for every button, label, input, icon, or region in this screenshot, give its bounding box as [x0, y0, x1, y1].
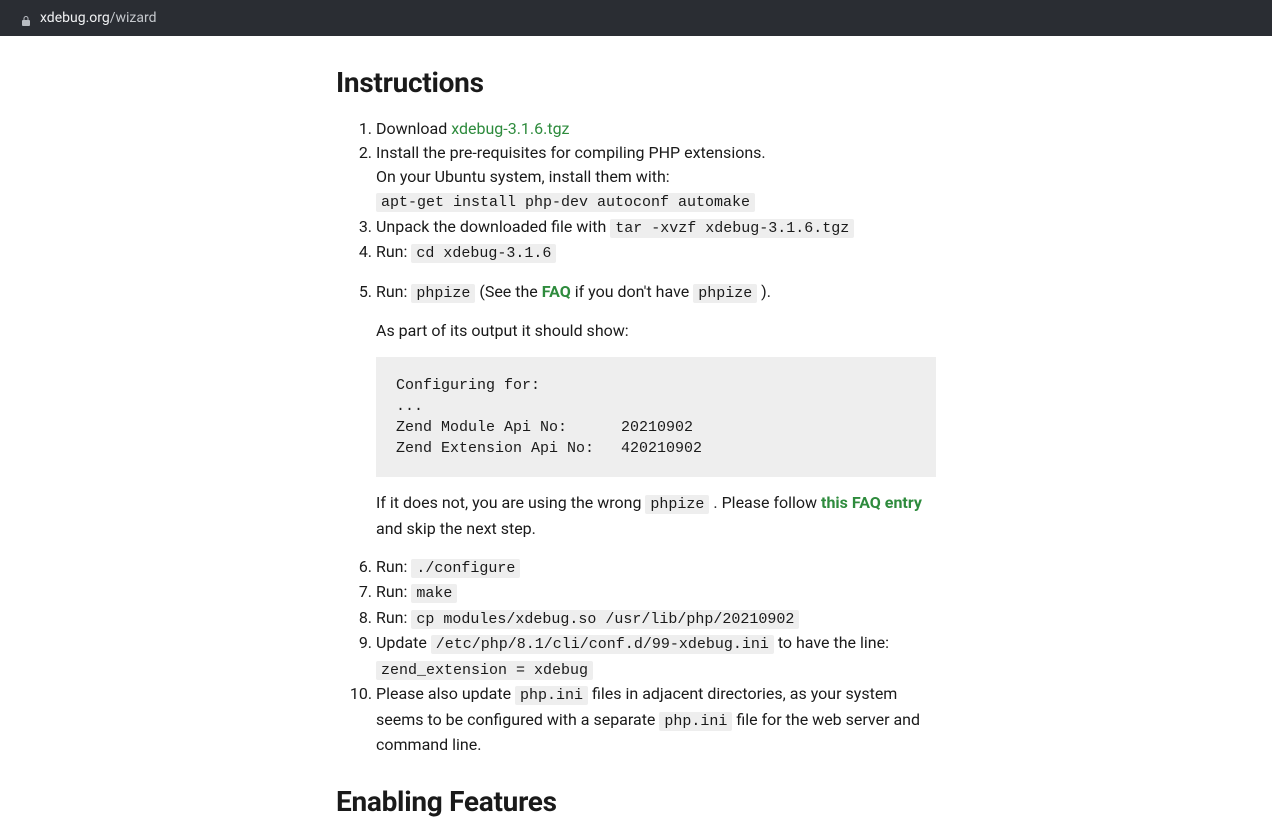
step-5-output-intro: As part of its output it should show: — [376, 319, 936, 343]
lock-icon — [20, 12, 32, 24]
step-2-text-1: Install the pre-requisites for compiling… — [376, 143, 766, 162]
step-5-tail: ). — [757, 282, 771, 301]
step-9-text2: to have the line: — [774, 633, 889, 652]
step-5: Run: phpize (See the FAQ if you don't ha… — [376, 280, 936, 541]
step-5-cmd: phpize — [411, 284, 475, 303]
step-6-cmd: ./configure — [411, 559, 520, 578]
step-5-after-cmd: phpize — [645, 495, 709, 514]
step-6: Run: ./configure — [376, 555, 936, 581]
step-5-output-block: Configuring for: ... Zend Module Api No:… — [376, 357, 936, 477]
step-8-cmd: cp modules/xdebug.so /usr/lib/php/202109… — [411, 610, 799, 629]
instructions-heading: Instructions — [336, 66, 936, 99]
step-4-cmd: cd xdebug-3.1.6 — [411, 244, 556, 263]
step-2-cmd: apt-get install php-dev autoconf automak… — [376, 193, 755, 212]
step-9-text1: Update — [376, 633, 431, 652]
url-text: xdebug.org/wizard — [40, 10, 157, 26]
step-9: Update /etc/php/8.1/cli/conf.d/99-xdebug… — [376, 631, 936, 682]
step-10-text1: Please also update — [376, 684, 515, 703]
step-1: Download xdebug-3.1.6.tgz — [376, 117, 936, 141]
step-3-cmd: tar -xvzf xdebug-3.1.6.tgz — [610, 219, 854, 238]
instructions-list: Download xdebug-3.1.6.tgz Install the pr… — [336, 117, 936, 757]
step-4: Run: cd xdebug-3.1.6 — [376, 240, 936, 266]
step-5-after2: . Please follow — [709, 493, 821, 512]
step-10-cmd1: php.ini — [515, 686, 588, 705]
step-9-cmd2: zend_extension = xdebug — [376, 661, 593, 680]
faq-link[interactable]: FAQ — [542, 282, 571, 301]
step-7: Run: make — [376, 580, 936, 606]
enabling-features-heading: Enabling Features — [336, 785, 936, 818]
step-5-mid1: (See the — [475, 282, 541, 301]
step-1-text: Download — [376, 119, 451, 138]
step-8: Run: cp modules/xdebug.so /usr/lib/php/2… — [376, 606, 936, 632]
step-5-run: Run: — [376, 282, 411, 301]
step-5-mid2: if you don't have — [571, 282, 693, 301]
step-2-text-2: On your Ubuntu system, install them with… — [376, 167, 670, 186]
step-6-run: Run: — [376, 557, 411, 576]
step-10: Please also update php.ini files in adja… — [376, 682, 936, 757]
step-3-text: Unpack the downloaded file with — [376, 217, 610, 236]
step-5-after3: and skip the next step. — [376, 519, 536, 538]
step-8-run: Run: — [376, 608, 411, 627]
page-content: Instructions Download xdebug-3.1.6.tgz I… — [316, 36, 956, 818]
step-5-cmd2: phpize — [693, 284, 757, 303]
step-7-cmd: make — [411, 584, 457, 603]
step-7-run: Run: — [376, 582, 411, 601]
step-4-run: Run: — [376, 242, 411, 261]
download-link[interactable]: xdebug-3.1.6.tgz — [451, 119, 569, 138]
faq-entry-link[interactable]: this FAQ entry — [821, 493, 922, 512]
step-9-cmd1: /etc/php/8.1/cli/conf.d/99-xdebug.ini — [431, 635, 774, 654]
step-3: Unpack the downloaded file with tar -xvz… — [376, 215, 936, 241]
browser-url-bar[interactable]: xdebug.org/wizard — [0, 0, 1272, 36]
step-5-after1: If it does not, you are using the wrong — [376, 493, 645, 512]
step-10-cmd2: php.ini — [659, 712, 732, 731]
step-2: Install the pre-requisites for compiling… — [376, 141, 936, 215]
